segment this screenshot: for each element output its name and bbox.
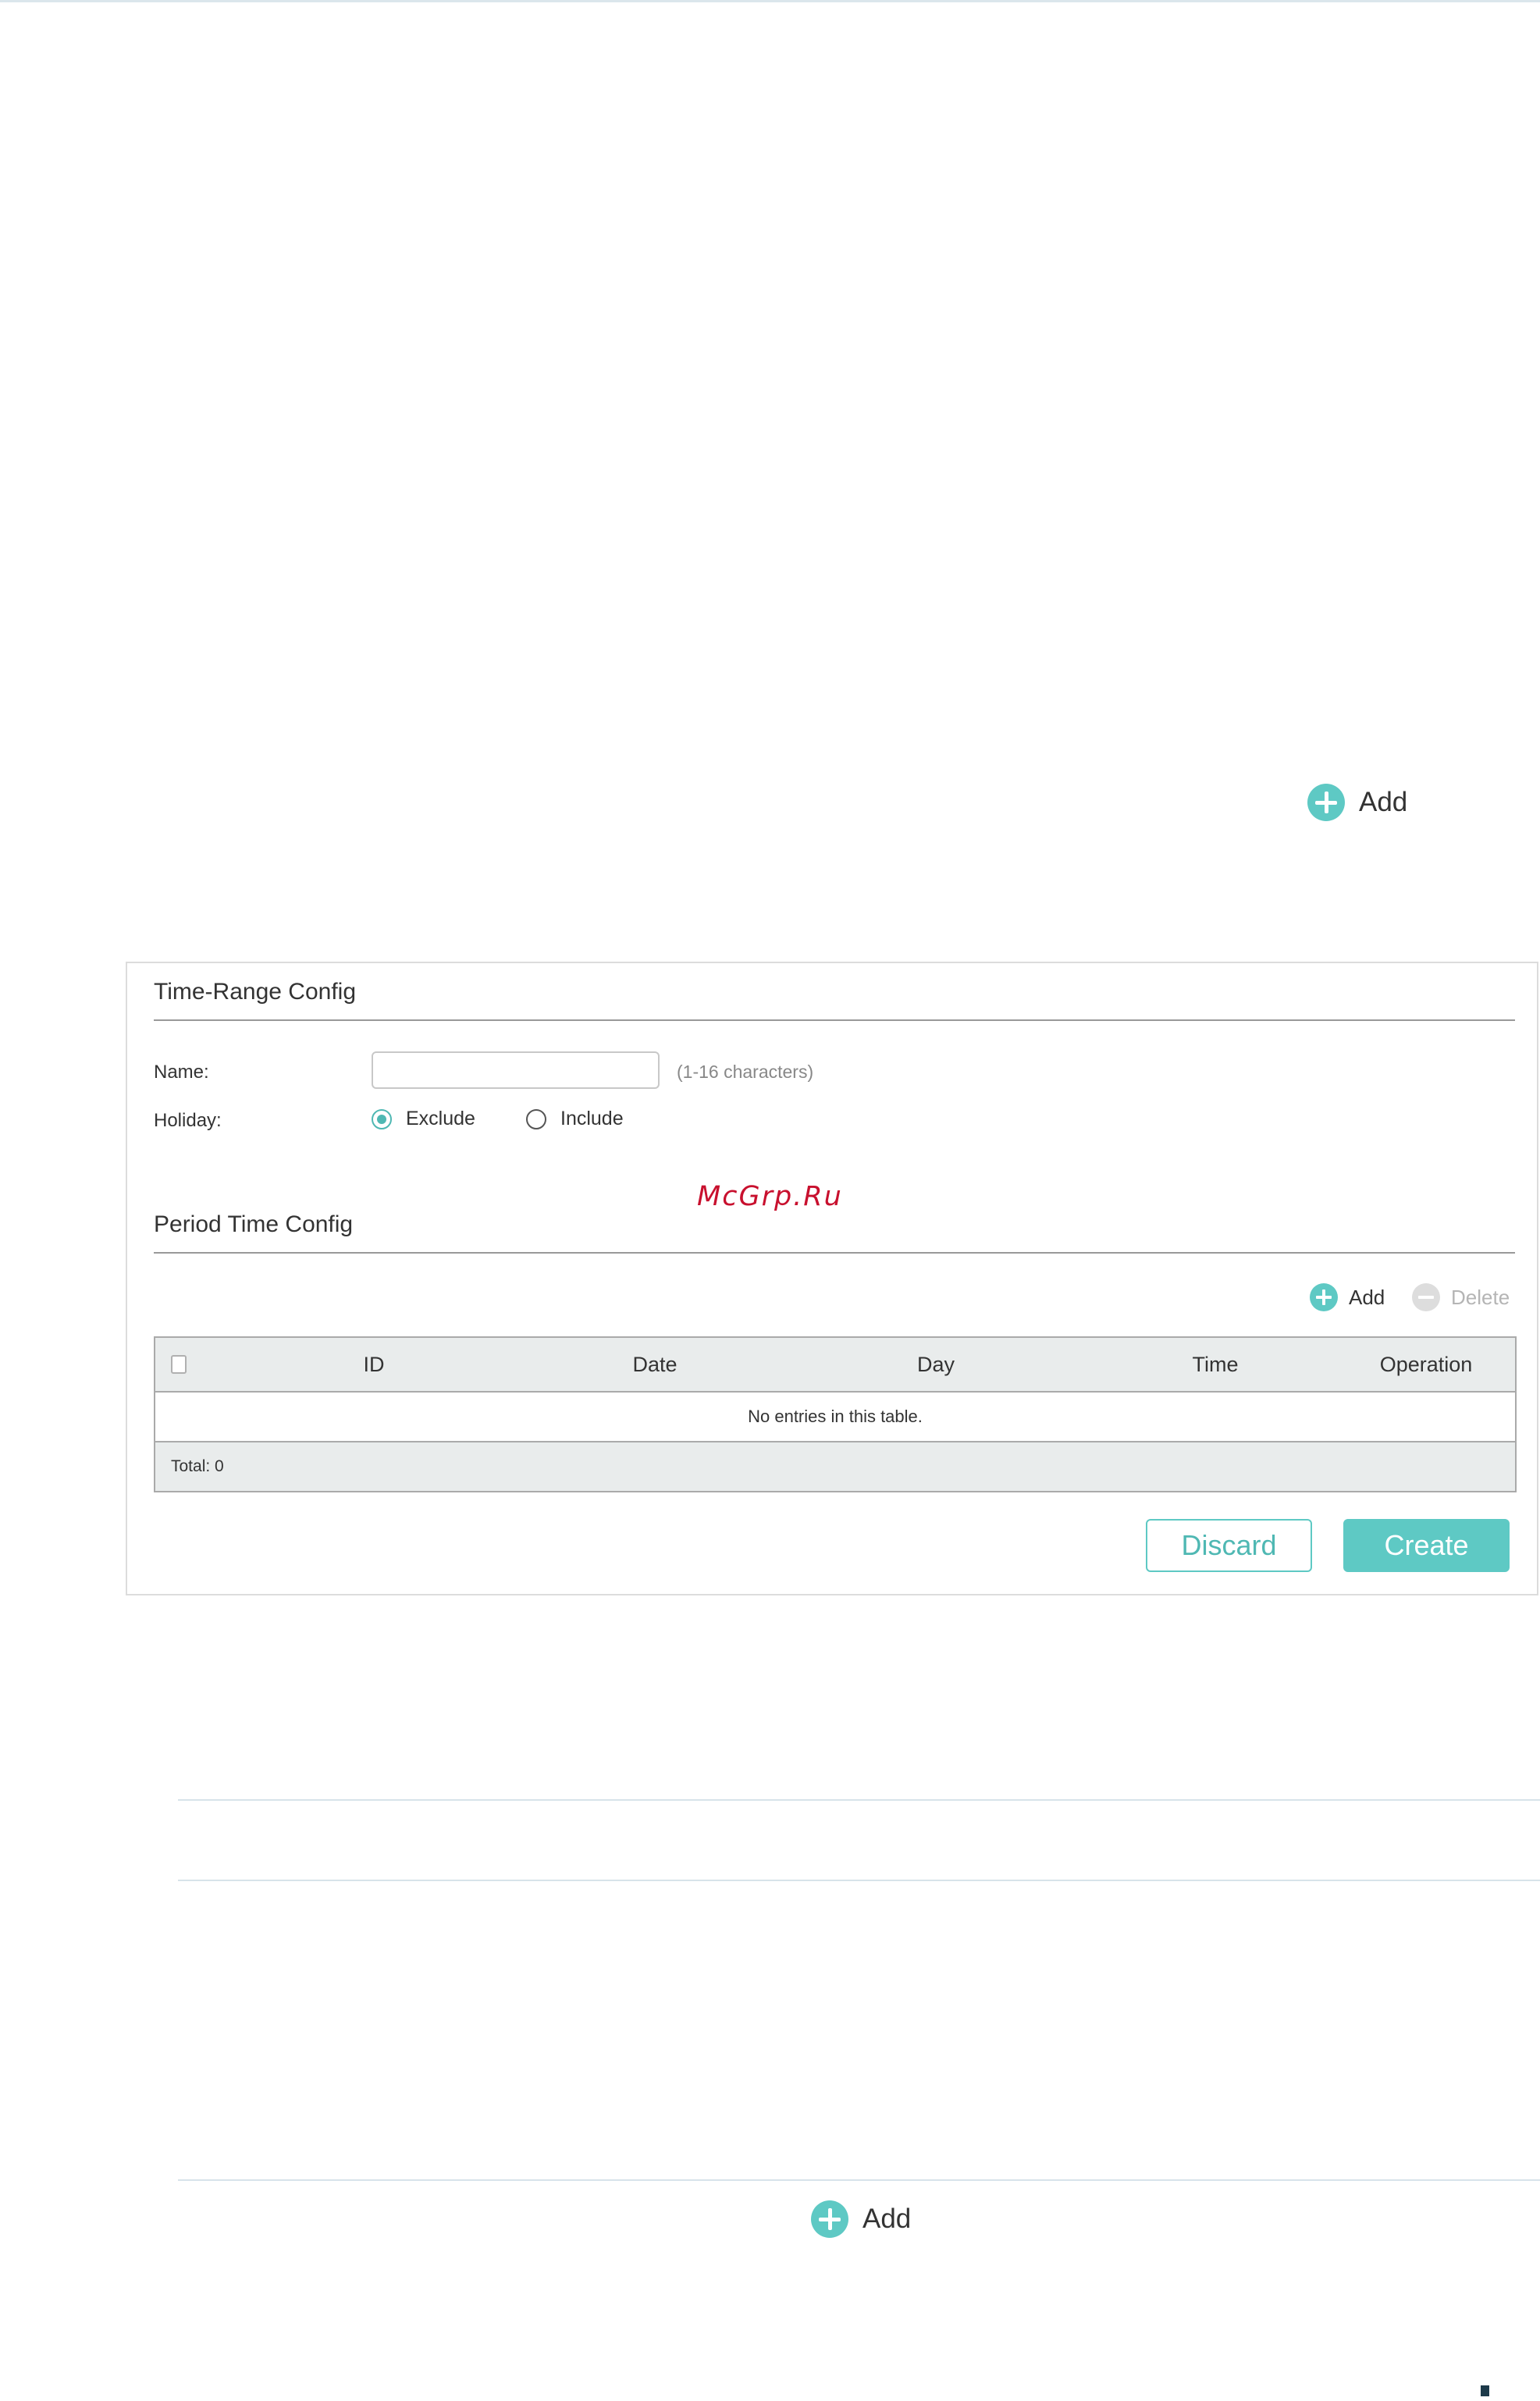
- watermark-text: McGrp.Ru: [697, 1181, 843, 1212]
- page-corner-mark: [1481, 2385, 1489, 2396]
- column-header-time: Time: [1192, 1352, 1239, 1376]
- period-delete-button[interactable]: Delete: [1412, 1283, 1510, 1311]
- time-range-config-panel: Time-Range Config Name: (1-16 characters…: [126, 962, 1538, 1595]
- radio-selected-icon: [372, 1108, 392, 1129]
- section-divider: [178, 1799, 1540, 1801]
- select-all-checkbox[interactable]: [171, 1355, 187, 1374]
- radio-unselected-icon: [526, 1108, 546, 1129]
- minus-circle-icon: [1412, 1283, 1440, 1311]
- holiday-exclude-label: Exclude: [406, 1108, 475, 1129]
- period-table: ID Date Day Time Operation No entries in…: [154, 1336, 1517, 1492]
- discard-button[interactable]: Discard: [1146, 1519, 1312, 1572]
- holiday-exclude-radio[interactable]: Exclude: [372, 1108, 475, 1130]
- column-header-id: ID: [363, 1352, 385, 1376]
- period-delete-label: Delete: [1451, 1285, 1510, 1309]
- column-header-day: Day: [916, 1352, 955, 1376]
- holiday-include-radio[interactable]: Include: [526, 1108, 624, 1130]
- plus-circle-icon: [1310, 1283, 1338, 1311]
- period-title-rule: [154, 1252, 1515, 1254]
- period-add-label: Add: [1349, 1285, 1385, 1309]
- plus-circle-icon: [811, 2200, 848, 2238]
- name-label: Name:: [154, 1062, 209, 1083]
- name-hint: (1-16 characters): [677, 1062, 814, 1082]
- time-range-title-rule: [154, 1019, 1515, 1021]
- add-button-bottom[interactable]: Add: [811, 2200, 911, 2238]
- table-header: ID Date Day Time Operation: [155, 1338, 1515, 1393]
- add-button-top[interactable]: Add: [1307, 784, 1407, 821]
- add-button-label: Add: [1359, 787, 1408, 817]
- section-divider: [178, 1880, 1540, 1881]
- create-button[interactable]: Create: [1343, 1519, 1510, 1572]
- top-divider: [0, 0, 1540, 2]
- table-empty-message: No entries in this table.: [155, 1393, 1515, 1442]
- name-input[interactable]: [372, 1051, 660, 1089]
- holiday-label: Holiday:: [154, 1110, 222, 1131]
- plus-circle-icon: [1307, 784, 1345, 821]
- section-divider: [178, 2179, 1540, 2181]
- period-time-config-title: Period Time Config: [154, 1211, 354, 1237]
- column-header-date: Date: [632, 1352, 678, 1376]
- select-all-cell: [171, 1338, 187, 1391]
- holiday-include-label: Include: [560, 1108, 624, 1129]
- table-total: Total: 0: [155, 1442, 1515, 1491]
- time-range-config-title: Time-Range Config: [154, 979, 356, 1005]
- period-add-button[interactable]: Add: [1310, 1283, 1385, 1311]
- add-button-label: Add: [862, 2204, 912, 2234]
- column-header-operation: Operation: [1379, 1352, 1473, 1376]
